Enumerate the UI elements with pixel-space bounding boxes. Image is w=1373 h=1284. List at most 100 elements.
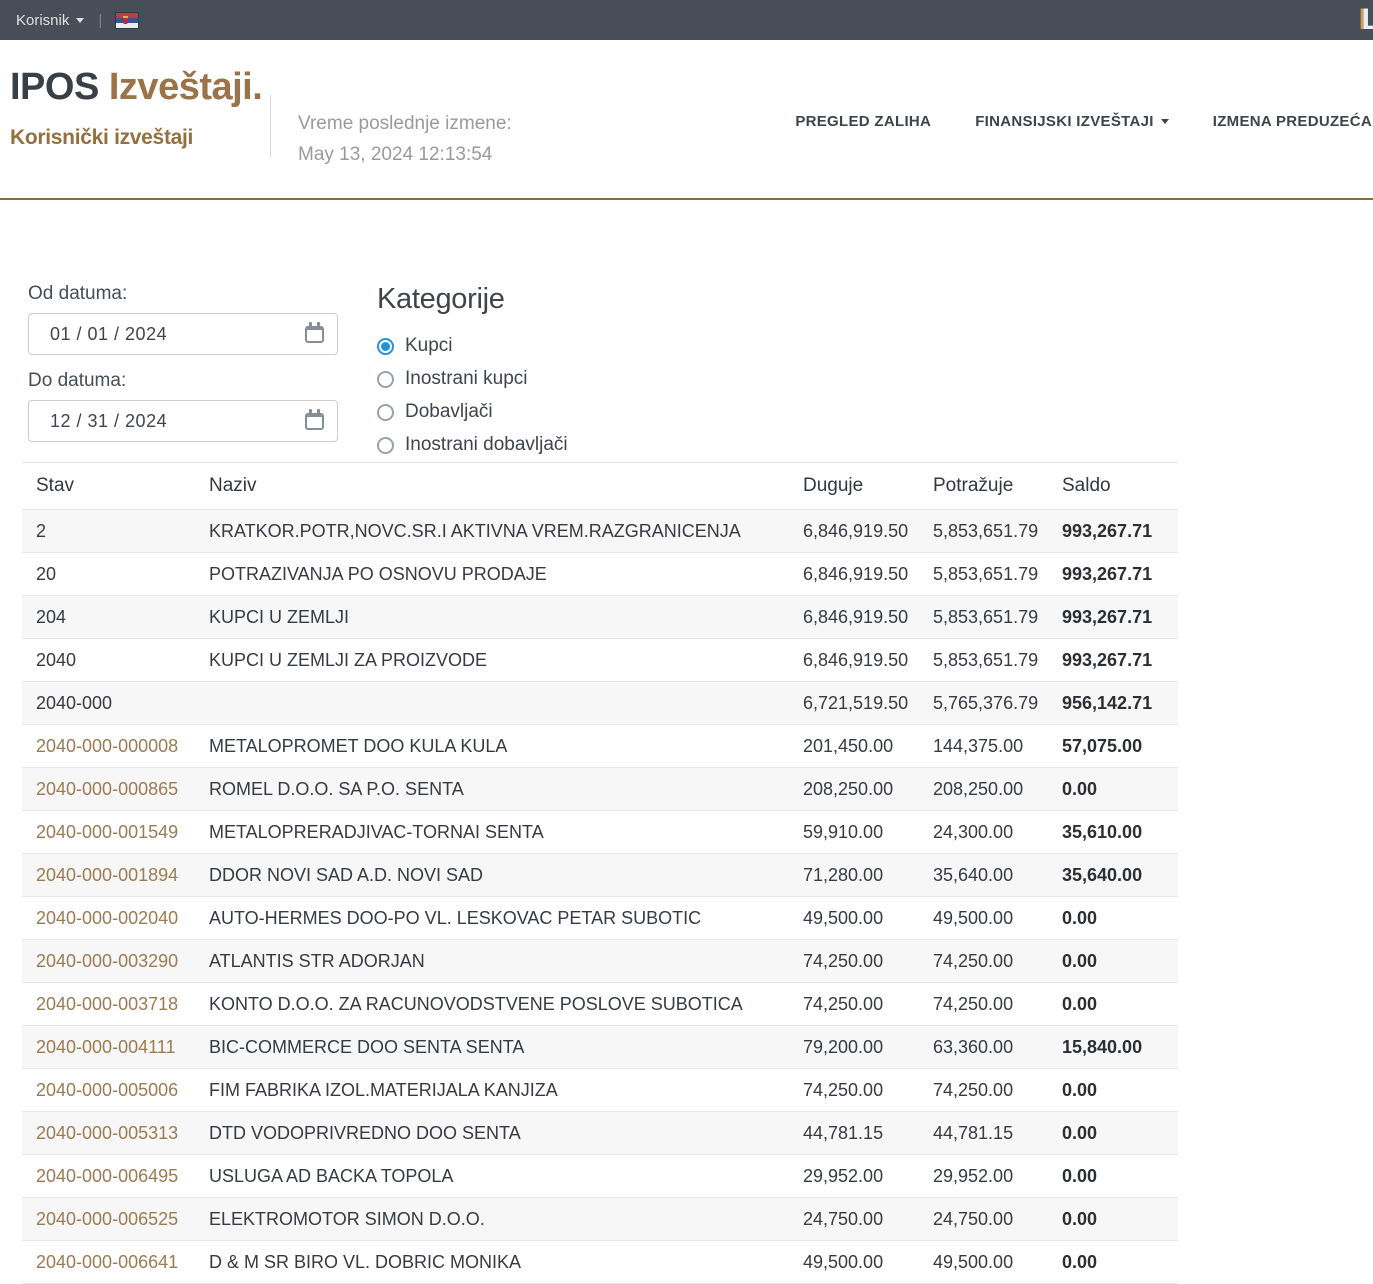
row-stav[interactable]: 2040-000-002040: [36, 908, 178, 928]
table-row: 2 KRATKOR.POTR,NOVC.SR.I AKTIVNA VREM.RA…: [22, 510, 1178, 553]
radio-option-kupci[interactable]: Kupci: [377, 336, 568, 356]
table-header-row: Stav Naziv Duguje Potražuje Saldo: [22, 463, 1178, 510]
row-stav[interactable]: 2040-000-001894: [36, 865, 178, 885]
last-change-value: May 13, 2024 12:13:54: [298, 139, 512, 170]
row-stav: 204: [36, 607, 66, 627]
table-row: 2040-000-006525 ELEKTROMOTOR SIMON D.O.O…: [22, 1198, 1178, 1241]
row-duguje: 49,500.00: [803, 908, 933, 929]
nav-item-izmena-preduzeca[interactable]: IZMENA PREDUZEĆA: [1213, 113, 1373, 130]
row-duguje: 6,846,919.50: [803, 564, 933, 585]
row-naziv: POTRAZIVANJA PO OSNOVU PRODAJE: [209, 564, 803, 585]
last-change-label: Vreme poslednje izmene:: [298, 108, 512, 139]
serbian-flag-icon[interactable]: [116, 13, 138, 28]
nav-item-pregled-zaliha[interactable]: PREGLED ZALIHA: [795, 113, 931, 130]
row-saldo: 15,840.00: [1062, 1037, 1178, 1058]
row-duguje: 29,952.00: [803, 1166, 933, 1187]
row-duguje: 44,781.15: [803, 1123, 933, 1144]
row-potrazuje: 24,300.00: [933, 822, 1062, 843]
row-saldo: 0.00: [1062, 1123, 1178, 1144]
calendar-icon[interactable]: [305, 413, 324, 430]
table-row: 2040-000-006641 D & M SR BIRO VL. DOBRIC…: [22, 1241, 1178, 1284]
row-stav[interactable]: 2040-000-003718: [36, 994, 178, 1014]
report-table: Stav Naziv Duguje Potražuje Saldo 2 KRAT…: [22, 462, 1178, 1284]
row-duguje: 79,200.00: [803, 1037, 933, 1058]
row-stav[interactable]: 2040-000-006495: [36, 1166, 178, 1186]
row-stav[interactable]: 2040-000-005313: [36, 1123, 178, 1143]
table-row: 20 POTRAZIVANJA PO OSNOVU PRODAJE 6,846,…: [22, 553, 1178, 596]
row-stav[interactable]: 2040-000-006525: [36, 1209, 178, 1229]
row-stav[interactable]: 2040-000-006641: [36, 1252, 178, 1272]
row-duguje: 6,846,919.50: [803, 521, 933, 542]
row-duguje: 49,500.00: [803, 1252, 933, 1273]
row-saldo: 0.00: [1062, 1166, 1178, 1187]
row-potrazuje: 208,250.00: [933, 779, 1062, 800]
row-potrazuje: 24,750.00: [933, 1209, 1062, 1230]
chevron-down-icon: [1161, 119, 1169, 124]
calendar-icon[interactable]: [305, 326, 324, 343]
row-naziv: AUTO-HERMES DOO-PO VL. LESKOVAC PETAR SU…: [209, 908, 803, 929]
row-stav[interactable]: 2040-000-003290: [36, 951, 178, 971]
table-body: 2 KRATKOR.POTR,NOVC.SR.I AKTIVNA VREM.RA…: [22, 510, 1178, 1284]
row-naziv: USLUGA AD BACKA TOPOLA: [209, 1166, 803, 1187]
row-potrazuje: 5,765,376.79: [933, 693, 1062, 714]
header-divider: [270, 95, 271, 157]
row-naziv: FIM FABRIKA IZOL.MATERIJALA KANJIZA: [209, 1080, 803, 1101]
radio-icon-selected[interactable]: [377, 338, 394, 355]
table-row: 2040-000-002040 AUTO-HERMES DOO-PO VL. L…: [22, 897, 1178, 940]
from-date-value: 01 / 01 / 2024: [50, 324, 305, 345]
user-menu-dropdown[interactable]: Korisnik: [16, 12, 84, 29]
row-stav[interactable]: 2040-000-000865: [36, 779, 178, 799]
table-row: 2040-000-003718 KONTO D.O.O. ZA RACUNOVO…: [22, 983, 1178, 1026]
column-header-naziv: Naziv: [209, 475, 803, 497]
row-duguje: 201,450.00: [803, 736, 933, 757]
row-duguje: 59,910.00: [803, 822, 933, 843]
row-naziv: DDOR NOVI SAD A.D. NOVI SAD: [209, 865, 803, 886]
topbar-separator: |: [98, 12, 102, 29]
row-saldo: 0.00: [1062, 951, 1178, 972]
from-date-input[interactable]: 01 / 01 / 2024: [28, 313, 338, 355]
row-stav: 2040-000: [36, 693, 112, 713]
column-header-stav: Stav: [22, 475, 209, 497]
row-potrazuje: 35,640.00: [933, 865, 1062, 886]
row-saldo: 0.00: [1062, 994, 1178, 1015]
row-duguje: 74,250.00: [803, 1080, 933, 1101]
radio-option-dobavljaci[interactable]: Dobavljači: [377, 402, 568, 422]
row-potrazuje: 74,250.00: [933, 1080, 1062, 1101]
row-stav: 20: [36, 564, 56, 584]
row-potrazuje: 49,500.00: [933, 908, 1062, 929]
row-saldo: 57,075.00: [1062, 736, 1178, 757]
row-naziv: KUPCI U ZEMLJI ZA PROIZVODE: [209, 650, 803, 671]
brand-logo: IPOS Izveštaji.: [10, 66, 262, 109]
row-saldo: 0.00: [1062, 779, 1178, 800]
row-naziv: KRATKOR.POTR,NOVC.SR.I AKTIVNA VREM.RAZG…: [209, 521, 803, 542]
row-stav[interactable]: 2040-000-004111: [36, 1037, 175, 1057]
row-stav[interactable]: 2040-000-000008: [36, 736, 178, 756]
table-row: 2040 KUPCI U ZEMLJI ZA PROIZVODE 6,846,9…: [22, 639, 1178, 682]
nav-item-finansijski-izvestaji[interactable]: FINANSIJSKI IZVEŠTAJI: [975, 113, 1169, 130]
radio-option-inostrani-dobavljaci[interactable]: Inostrani dobavljači: [377, 435, 568, 455]
radio-icon[interactable]: [377, 371, 394, 388]
row-potrazuje: 5,853,651.79: [933, 564, 1062, 585]
row-stav[interactable]: 2040-000-005006: [36, 1080, 178, 1100]
row-potrazuje: 144,375.00: [933, 736, 1062, 757]
to-date-input[interactable]: 12 / 31 / 2024: [28, 400, 338, 442]
row-potrazuje: 5,853,651.79: [933, 607, 1062, 628]
row-naziv: ATLANTIS STR ADORJAN: [209, 951, 803, 972]
table-row: 2040-000-001894 DDOR NOVI SAD A.D. NOVI …: [22, 854, 1178, 897]
radio-option-inostrani-kupci[interactable]: Inostrani kupci: [377, 369, 568, 389]
brand-secondary: Izveštaji.: [109, 66, 262, 108]
to-date-label: Do datuma:: [28, 370, 338, 392]
user-menu-label: Korisnik: [16, 12, 69, 29]
from-date-label: Od datuma:: [28, 283, 338, 305]
radio-icon[interactable]: [377, 437, 394, 454]
row-naziv: METALOPROMET DOO KULA KULA: [209, 736, 803, 757]
table-row: 2040-000-005313 DTD VODOPRIVREDNO DOO SE…: [22, 1112, 1178, 1155]
row-stav[interactable]: 2040-000-001549: [36, 822, 178, 842]
row-naziv: ELEKTROMOTOR SIMON D.O.O.: [209, 1209, 803, 1230]
brand-primary: IPOS: [10, 66, 99, 108]
radio-icon[interactable]: [377, 404, 394, 421]
column-header-potrazuje: Potražuje: [933, 475, 1062, 497]
row-potrazuje: 63,360.00: [933, 1037, 1062, 1058]
row-potrazuje: 44,781.15: [933, 1123, 1062, 1144]
to-date-value: 12 / 31 / 2024: [50, 411, 305, 432]
